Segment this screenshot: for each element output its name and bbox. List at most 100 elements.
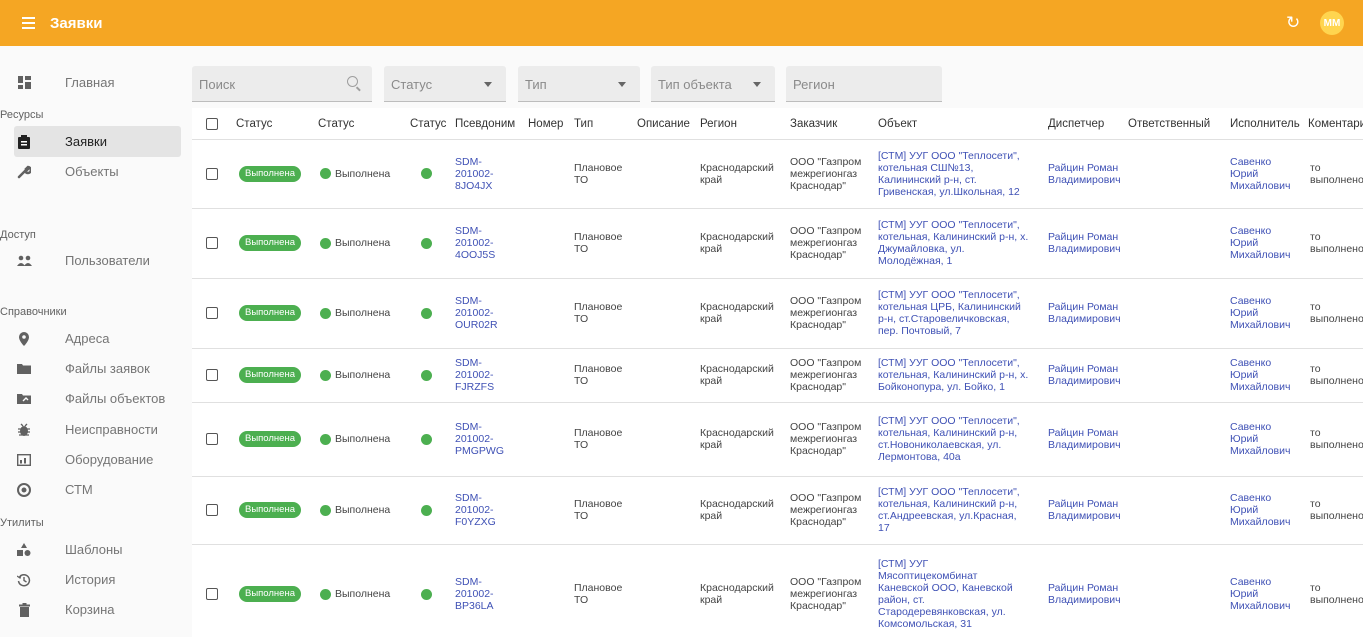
row-checkbox[interactable] (206, 504, 218, 516)
region-filter[interactable]: Регион (786, 66, 942, 102)
sidebar-item-label: Пользователи (65, 253, 150, 268)
executor-link[interactable]: Савенко Юрий Михайлович (1230, 295, 1290, 331)
col-header-executor[interactable]: Исполнитель (1230, 108, 1300, 140)
executor-link[interactable]: Савенко Юрий Михайлович (1230, 156, 1290, 192)
sidebar-item-equipment[interactable]: Оборудование (14, 444, 181, 475)
type-cell: Плановое ТО (574, 582, 623, 606)
alias-link[interactable]: SDM- 201002- 8JO4JX (455, 156, 494, 192)
col-header-type[interactable]: Тип (574, 108, 593, 140)
region-cell: Краснодарский край (700, 161, 774, 186)
sidebar-item-faults[interactable]: Неисправности (14, 414, 181, 445)
sidebar-item-object-files[interactable]: Файлы объектов (14, 383, 181, 414)
executor-link[interactable]: Савенко Юрий Михайлович (1230, 421, 1290, 457)
object-link[interactable]: [СТМ] УУГ ООО "Теплосети", котельная, Ка… (878, 486, 1020, 534)
gauge-icon (14, 480, 34, 500)
sidebar-item-label: Оборудование (65, 452, 154, 467)
col-header-region[interactable]: Регион (700, 108, 737, 140)
wrench-icon (14, 162, 34, 182)
alias-link[interactable]: SDM- 201002- F0YZXG (455, 492, 496, 528)
select-all-checkbox[interactable] (206, 118, 218, 130)
sidebar-item-ctm[interactable]: СТМ (14, 474, 181, 505)
col-header-dispatcher[interactable]: Диспетчер (1048, 108, 1104, 140)
row-checkbox[interactable] (206, 433, 218, 445)
alias-link[interactable]: SDM- 201002- PMGPWG (455, 421, 504, 457)
dispatcher-link[interactable]: Райцин Роман Владимирович (1048, 162, 1121, 186)
type-filter[interactable]: Тип (518, 66, 640, 102)
customer-cell: ООО "Газпром межрегионгаз Краснодар" (790, 576, 862, 612)
dispatcher-link[interactable]: Райцин Роман Владимирович (1048, 582, 1121, 606)
col-header-responsible[interactable]: Ответственный (1128, 108, 1210, 140)
row-checkbox[interactable] (206, 167, 218, 180)
alias-link[interactable]: SDM- 201002- OUR02R (455, 295, 498, 331)
sidebar-item-templates[interactable]: Шаблоны (14, 534, 181, 565)
dispatcher-link[interactable]: Райцин Роман Владимирович (1048, 231, 1121, 255)
status-chip: Выполнена (239, 502, 301, 518)
comment-cell: то выполнено (1310, 582, 1363, 606)
shapes-icon (14, 540, 34, 560)
avatar[interactable]: ММ (1320, 11, 1344, 35)
type-cell: Плановое ТО (574, 363, 623, 387)
users-icon (14, 251, 34, 271)
col-header-description[interactable]: Описание (637, 108, 690, 140)
object-link[interactable]: [СТМ] УУГ Мясоптицекомбинат Каневской ОО… (878, 558, 1013, 630)
menu-icon[interactable] (22, 17, 44, 29)
col-header-status[interactable]: Статус (318, 108, 354, 140)
executor-link[interactable]: Савенко Юрий Михайлович (1230, 576, 1290, 612)
sidebar-item-home[interactable]: Главная (14, 67, 181, 98)
sidebar-item-trash[interactable]: Корзина (14, 594, 181, 625)
sidebar-item-label: Файлы объектов (65, 391, 166, 406)
row-checkbox[interactable] (206, 237, 218, 249)
executor-link[interactable]: Савенко Юрий Михайлович (1230, 492, 1290, 528)
object-type-filter[interactable]: Тип объекта (651, 66, 775, 102)
object-link[interactable]: [СТМ] УУГ ООО "Теплосети", котельная ЦРБ… (878, 289, 1021, 337)
executor-link[interactable]: Савенко Юрий Михайлович (1230, 357, 1290, 393)
alias-link[interactable]: SDM- 201002- 4OOJ5S (455, 225, 495, 261)
col-header-alias[interactable]: Псевдоним (455, 108, 515, 140)
dispatcher-link[interactable]: Райцин Роман Владимирович (1048, 363, 1121, 387)
status-filter[interactable]: Статус (384, 66, 506, 102)
object-link[interactable]: [СТМ] УУГ ООО "Теплосети", котельная, Ка… (878, 219, 1028, 267)
dispatcher-link[interactable]: Райцин Роман Владимирович (1048, 427, 1121, 451)
status-chip: Выполнена (239, 165, 301, 182)
clipboard-icon (14, 132, 34, 152)
chevron-down-icon (618, 82, 626, 87)
status-chip: Выполнена (239, 367, 301, 383)
object-link[interactable]: [СТМ] УУГ ООО "Теплосети", котельная СШ№… (878, 150, 1020, 198)
col-header-status[interactable]: Статус (236, 108, 272, 140)
search-input[interactable]: Поиск (192, 66, 372, 102)
chevron-down-icon (484, 82, 492, 87)
dispatcher-link[interactable]: Райцин Роман Владимирович (1048, 301, 1121, 325)
sidebar-item-request-files[interactable]: Файлы заявок (14, 353, 181, 384)
sidebar-item-objects[interactable]: Объекты (14, 156, 181, 187)
object-link[interactable]: [СТМ] УУГ ООО "Теплосети", котельная, Ка… (878, 357, 1028, 393)
col-header-object[interactable]: Объект (878, 108, 917, 140)
alias-link[interactable]: SDM- 201002- BP36LA (455, 576, 494, 612)
sidebar-item-users[interactable]: Пользователи (14, 245, 181, 276)
folder-shared-icon (14, 389, 34, 409)
sidebar-item-history[interactable]: История (14, 564, 181, 595)
bug-icon (14, 420, 34, 440)
sidebar-item-label: Заявки (65, 134, 107, 149)
col-header-customer[interactable]: Заказчик (790, 108, 837, 140)
comment-cell: то выполнено (1310, 427, 1363, 451)
object-link[interactable]: [СТМ] УУГ ООО "Теплосети", котельная, Ка… (878, 415, 1020, 463)
row-checkbox[interactable] (206, 588, 218, 600)
region-filter-label: Регион (793, 77, 835, 92)
dispatcher-link[interactable]: Райцин Роман Владимирович (1048, 498, 1121, 522)
alias-link[interactable]: SDM- 201002- FJRZFS (455, 357, 494, 393)
refresh-icon[interactable]: ↻ (1286, 13, 1300, 33)
executor-link[interactable]: Савенко Юрий Михайлович (1230, 225, 1290, 261)
region-cell: Краснодарский край (700, 582, 774, 606)
row-checkbox[interactable] (206, 307, 218, 319)
col-header-comment[interactable]: Коментари (1308, 108, 1363, 140)
row-checkbox[interactable] (206, 369, 218, 381)
status-chip: Выполнена (239, 586, 301, 602)
customer-cell: ООО "Газпром межрегионгаз Краснодар" (790, 155, 862, 192)
status-dot (320, 307, 331, 319)
sidebar-item-addresses[interactable]: Адреса (14, 323, 181, 354)
sidebar-item-requests[interactable]: Заявки (14, 126, 181, 157)
col-header-status[interactable]: Статус (410, 108, 446, 140)
col-header-number[interactable]: Номер (528, 108, 563, 140)
comment-cell: то выполнено (1310, 363, 1363, 387)
type-cell: Плановое ТО (574, 161, 623, 186)
